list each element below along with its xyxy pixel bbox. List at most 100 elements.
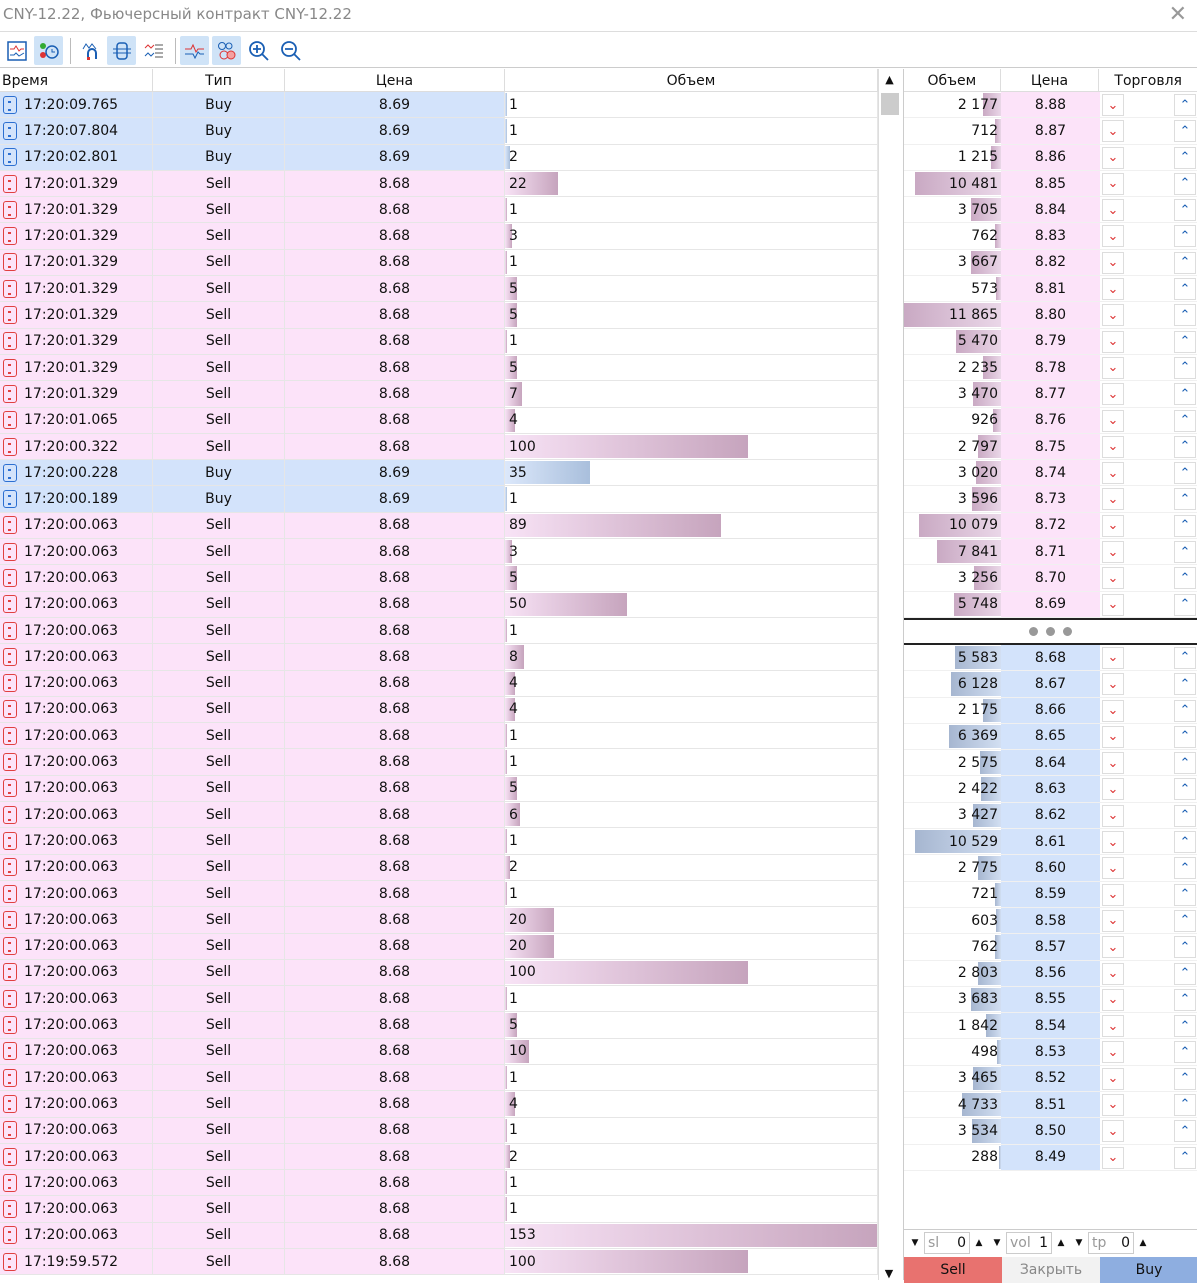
scroll-thumb[interactable] <box>881 93 899 115</box>
table-row[interactable]: 17:20:01.329 Sell 8.68 1 <box>0 328 900 355</box>
sell-limit-chevron-down-icon[interactable]: ⌄ <box>1102 1120 1124 1143</box>
book-price[interactable]: 8.68 <box>1001 644 1100 671</box>
book-price[interactable]: 8.61 <box>1001 829 1100 855</box>
table-row[interactable]: 17:20:00.063 Sell 8.68 6 <box>0 802 900 829</box>
sell-limit-chevron-down-icon[interactable]: ⌄ <box>1102 225 1124 248</box>
book-price[interactable]: 8.58 <box>1001 907 1100 934</box>
buy-limit-chevron-up-icon[interactable]: ⌃ <box>1174 330 1196 353</box>
book-price[interactable]: 8.60 <box>1001 855 1100 881</box>
table-row[interactable]: 17:20:00.063 Sell 8.68 89 <box>0 512 900 540</box>
list-icon[interactable] <box>139 36 168 65</box>
buy-limit-chevron-up-icon[interactable]: ⌃ <box>1174 909 1196 932</box>
table-row[interactable]: 17:20:01.329 Sell 8.68 5 <box>0 276 900 303</box>
sell-button[interactable]: Sell <box>904 1257 1002 1283</box>
buy-limit-chevron-up-icon[interactable]: ⌃ <box>1174 488 1196 511</box>
tp-field[interactable]: tp 0 <box>1088 1231 1134 1254</box>
table-row[interactable]: 17:20:00.063 Sell 8.68 5 <box>0 1012 900 1039</box>
sl-field[interactable]: sl 0 <box>924 1231 970 1254</box>
buy-limit-chevron-up-icon[interactable]: ⌃ <box>1174 383 1196 406</box>
buy-limit-chevron-up-icon[interactable]: ⌃ <box>1174 988 1196 1011</box>
sell-limit-chevron-down-icon[interactable]: ⌄ <box>1102 646 1124 669</box>
sell-limit-chevron-down-icon[interactable]: ⌄ <box>1102 831 1124 854</box>
sell-limit-chevron-down-icon[interactable]: ⌄ <box>1102 172 1124 195</box>
buy-limit-chevron-up-icon[interactable]: ⌃ <box>1174 120 1196 143</box>
book-price[interactable]: 8.67 <box>1001 671 1100 697</box>
book-price[interactable]: 8.59 <box>1001 881 1100 907</box>
buy-limit-chevron-up-icon[interactable]: ⌃ <box>1174 725 1196 748</box>
buy-limit-chevron-up-icon[interactable]: ⌃ <box>1174 541 1196 564</box>
buy-limit-chevron-up-icon[interactable]: ⌃ <box>1174 752 1196 775</box>
scroll-up-icon[interactable]: ▲ <box>879 69 900 86</box>
buy-limit-chevron-up-icon[interactable]: ⌃ <box>1174 1120 1196 1143</box>
buy-limit-chevron-up-icon[interactable]: ⌃ <box>1174 962 1196 985</box>
sell-limit-chevron-down-icon[interactable]: ⌄ <box>1102 857 1124 880</box>
buy-limit-chevron-up-icon[interactable]: ⌃ <box>1174 356 1196 379</box>
table-row[interactable]: 17:20:01.329 Sell 8.68 22 <box>0 170 900 198</box>
table-row[interactable]: 17:20:00.322 Sell 8.68 100 <box>0 433 900 461</box>
sell-limit-chevron-down-icon[interactable]: ⌄ <box>1102 725 1124 748</box>
sell-limit-chevron-down-icon[interactable]: ⌄ <box>1102 909 1124 932</box>
book-price[interactable]: 8.49 <box>1001 1144 1100 1170</box>
table-row[interactable]: 17:20:00.189 Buy 8.69 1 <box>0 486 900 513</box>
sell-limit-chevron-down-icon[interactable]: ⌄ <box>1102 462 1124 485</box>
table-row[interactable]: 17:20:07.804 Buy 8.69 1 <box>0 118 900 145</box>
sell-limit-chevron-down-icon[interactable]: ⌄ <box>1102 1146 1124 1169</box>
table-row[interactable]: 17:20:01.329 Sell 8.68 1 <box>0 197 900 224</box>
book-price[interactable]: 8.83 <box>1001 223 1100 249</box>
book-price[interactable]: 8.62 <box>1001 802 1100 829</box>
book-price[interactable]: 8.51 <box>1001 1091 1100 1118</box>
zoom-out-icon[interactable] <box>276 36 305 65</box>
table-row[interactable]: 17:20:00.063 Sell 8.68 4 <box>0 696 900 724</box>
sell-limit-chevron-down-icon[interactable]: ⌄ <box>1102 804 1124 827</box>
book-price[interactable]: 8.52 <box>1001 1065 1100 1091</box>
book-price[interactable]: 8.69 <box>1001 591 1100 617</box>
table-row[interactable]: 17:20:00.063 Sell 8.68 8 <box>0 644 900 671</box>
buy-limit-chevron-up-icon[interactable]: ⌃ <box>1174 1146 1196 1169</box>
buy-limit-chevron-up-icon[interactable]: ⌃ <box>1174 1015 1196 1038</box>
table-row[interactable]: 17:20:00.063 Sell 8.68 1 <box>0 880 900 908</box>
book-price[interactable]: 8.71 <box>1001 539 1100 565</box>
book-price[interactable]: 8.55 <box>1001 986 1100 1013</box>
table-row[interactable]: 17:20:01.329 Sell 8.68 3 <box>0 223 900 250</box>
book-price[interactable]: 8.72 <box>1001 512 1100 539</box>
buy-limit-chevron-up-icon[interactable]: ⌃ <box>1174 804 1196 827</box>
close-icon[interactable]: ✕ <box>1169 2 1187 27</box>
chart-icon[interactable] <box>2 36 31 65</box>
col-price[interactable]: Цена <box>285 69 505 91</box>
sell-limit-chevron-down-icon[interactable]: ⌄ <box>1102 778 1124 801</box>
scrollbar[interactable]: ▲ ▼ <box>878 69 900 1280</box>
sell-limit-chevron-down-icon[interactable]: ⌄ <box>1102 383 1124 406</box>
book-price[interactable]: 8.66 <box>1001 697 1100 723</box>
sell-limit-chevron-down-icon[interactable]: ⌄ <box>1102 199 1124 222</box>
book-price[interactable]: 8.70 <box>1001 565 1100 591</box>
book-price[interactable]: 8.50 <box>1001 1118 1100 1144</box>
table-row[interactable]: 17:20:00.063 Sell 8.68 1 <box>0 1064 900 1092</box>
buy-limit-chevron-up-icon[interactable]: ⌃ <box>1174 857 1196 880</box>
table-row[interactable]: 17:20:01.329 Sell 8.68 1 <box>0 249 900 277</box>
magnet-icon[interactable] <box>75 36 104 65</box>
table-row[interactable]: 17:20:00.063 Sell 8.68 10 <box>0 1038 900 1065</box>
sell-limit-chevron-down-icon[interactable]: ⌄ <box>1102 1093 1124 1116</box>
sell-limit-chevron-down-icon[interactable]: ⌄ <box>1102 962 1124 985</box>
buy-limit-chevron-up-icon[interactable]: ⌃ <box>1174 172 1196 195</box>
book-price[interactable]: 8.84 <box>1001 197 1100 223</box>
sell-limit-chevron-down-icon[interactable]: ⌄ <box>1102 673 1124 696</box>
buy-limit-chevron-up-icon[interactable]: ⌃ <box>1174 304 1196 327</box>
buy-limit-chevron-up-icon[interactable]: ⌃ <box>1174 883 1196 906</box>
sell-limit-chevron-down-icon[interactable]: ⌄ <box>1102 883 1124 906</box>
table-row[interactable]: 17:20:00.063 Sell 8.68 3 <box>0 539 900 566</box>
buy-limit-chevron-up-icon[interactable]: ⌃ <box>1174 514 1196 537</box>
table-row[interactable]: 17:20:00.228 Buy 8.69 35 <box>0 460 900 487</box>
table-row[interactable]: 17:19:59.572 Sell 8.68 100 <box>0 1249 900 1276</box>
table-row[interactable]: 17:20:00.063 Sell 8.68 2 <box>0 1143 900 1171</box>
table-row[interactable]: 17:20:00.063 Sell 8.68 1 <box>0 723 900 750</box>
sell-limit-chevron-down-icon[interactable]: ⌄ <box>1102 514 1124 537</box>
buy-limit-chevron-up-icon[interactable]: ⌃ <box>1174 936 1196 959</box>
sell-limit-chevron-down-icon[interactable]: ⌄ <box>1102 567 1124 590</box>
table-row[interactable]: 17:20:00.063 Sell 8.68 1 <box>0 617 900 645</box>
buy-limit-chevron-up-icon[interactable]: ⌃ <box>1174 225 1196 248</box>
close-button[interactable]: Закрыть <box>1002 1257 1100 1283</box>
tp-increase[interactable]: ▲ <box>1134 1238 1152 1248</box>
book-price[interactable]: 8.63 <box>1001 776 1100 802</box>
table-row[interactable]: 17:20:00.063 Sell 8.68 1 <box>0 1196 900 1223</box>
